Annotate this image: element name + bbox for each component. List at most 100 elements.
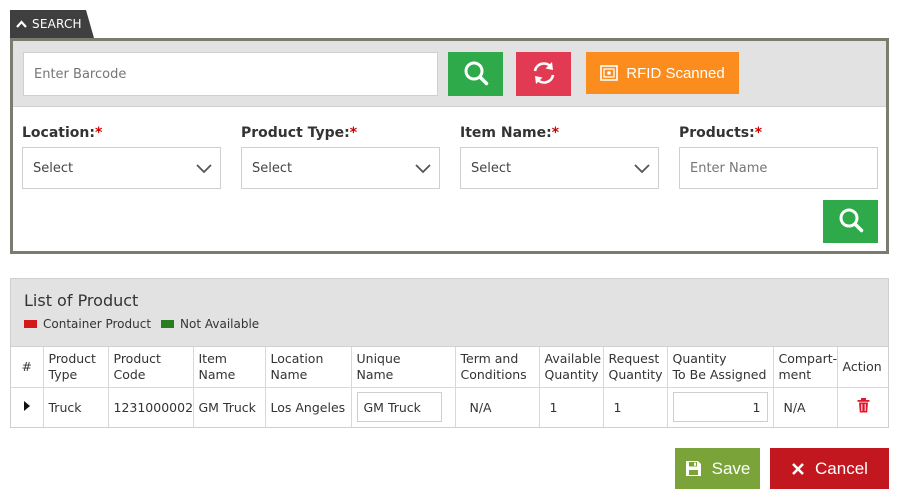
product-type-select[interactable]: Select [241,147,440,189]
location-label-text: Location: [22,125,95,141]
row-expand-toggle[interactable] [11,387,44,427]
header-text: Item [198,350,227,366]
caret-right-icon [23,400,31,415]
barcode-search-button[interactable] [448,52,503,96]
column-header-product-code: Product Code [108,347,194,388]
trash-icon[interactable] [857,398,870,413]
product-type-select-value: Select [252,160,293,176]
chevron-up-icon [16,17,28,31]
cell-unique-name [351,387,456,427]
cell-quantity-assigned [667,387,774,427]
legend-swatch [24,320,37,328]
save-button[interactable]: Save [675,448,760,489]
cell-terms: N/A [455,387,540,427]
column-header-quantity-assigned: Quantity To Be Assigned [667,347,774,388]
header-text: Term and [460,350,519,366]
chevron-down-icon [415,161,431,179]
unique-name-input[interactable] [356,392,442,423]
header-text: Location [270,350,324,366]
save-icon [685,460,702,477]
table-header-row: # Product Type Product Code Item Name Locat… [11,347,889,388]
search-icon [463,60,489,89]
item-name-label-text: Item Name: [460,125,552,141]
legend-label: Not Available [180,317,260,331]
close-icon [791,462,805,476]
column-header-action: Action [837,347,889,388]
location-select[interactable]: Select [22,147,221,189]
header-text: Type [48,366,78,382]
header-text: Quantity [544,366,599,382]
barcode-search-bar: RFID Scanned [13,41,886,107]
location-label: Location:* [22,125,102,141]
column-header-num: # [11,347,44,388]
item-name-select[interactable]: Select [460,147,659,189]
header-text: Conditions [460,366,527,382]
refresh-icon [530,59,558,90]
legend-item-not-available: Not Available [161,317,259,331]
products-label-text: Products: [679,125,755,141]
required-marker: * [94,125,103,141]
header-text: Request [608,350,660,366]
rfid-scanned-label: RFID Scanned [626,64,725,82]
cancel-button[interactable]: Cancel [770,448,889,489]
search-icon [838,207,864,236]
cell-location-name: Los Angeles [265,387,352,427]
rfid-scanned-button[interactable]: RFID Scanned [586,52,739,94]
product-type-label: Product Type:* [241,125,357,141]
required-marker: * [551,125,560,141]
table-row: Truck 1231000002 GM Truck Los Angeles N/… [11,387,889,427]
cell-product-type: Truck [43,387,109,427]
products-label: Products:* [679,125,762,141]
search-section-tab[interactable]: SEARCH [10,10,94,38]
header-text: Unique [356,350,401,366]
product-list-title: List of Product [24,291,139,310]
barcode-input[interactable] [23,52,438,96]
search-tab-label: SEARCH [32,17,82,31]
chevron-down-icon [196,161,212,179]
column-header-item-name: Item Name [193,347,266,388]
reset-button[interactable] [516,52,571,96]
required-marker: * [349,125,358,141]
legend-label: Container Product [43,317,152,331]
header-text: Name [356,366,394,382]
header-text: Quantity [608,366,663,382]
product-list-panel: List of Product Container Product Not Av… [10,278,889,428]
header-text: Code [113,366,146,382]
column-header-terms: Term and Conditions [455,347,540,388]
column-header-request-quantity: Request Quantity [603,347,668,388]
header-text: Name [198,366,236,382]
cancel-button-label: Cancel [815,458,868,478]
cell-compartment: N/A [773,387,838,427]
item-name-select-value: Select [471,160,512,176]
quantity-assigned-input[interactable] [672,392,768,423]
save-button-label: Save [711,458,751,478]
cell-item-name: GM Truck [193,387,266,427]
product-list-header: List of Product Container Product Not Av… [11,279,888,347]
header-text: Action [842,358,882,374]
column-header-product-type: Product Type [43,347,109,388]
cell-request-quantity: 1 [603,387,668,427]
required-marker: * [754,125,763,141]
header-text: To Be Assigned [672,366,767,382]
legend: Container Product Not Available [24,317,269,331]
product-table: # Product Type Product Code Item Name Locat… [11,347,889,427]
legend-swatch [161,320,175,328]
column-header-unique-name: Unique Name [351,347,456,388]
cell-product-code: 1231000002 [108,387,194,427]
column-header-compartment: Compart-ment [773,347,838,388]
column-header-location-name: Location Name [265,347,352,388]
search-panel: RFID Scanned Location:* Product Type:* I… [10,38,889,254]
products-name-input[interactable] [679,147,878,189]
chevron-down-icon [634,161,650,179]
column-header-available-quantity: Available Quantity [539,347,604,388]
header-text: Product [113,350,161,366]
header-text: # [21,358,32,374]
header-text: Quantity [672,350,727,366]
header-text: ment [778,366,812,382]
filter-search-button[interactable] [823,200,878,243]
location-select-value: Select [33,160,74,176]
cell-action [837,387,889,427]
product-type-label-text: Product Type: [241,125,350,141]
rfid-icon [600,65,619,81]
header-text: Name [270,366,308,382]
